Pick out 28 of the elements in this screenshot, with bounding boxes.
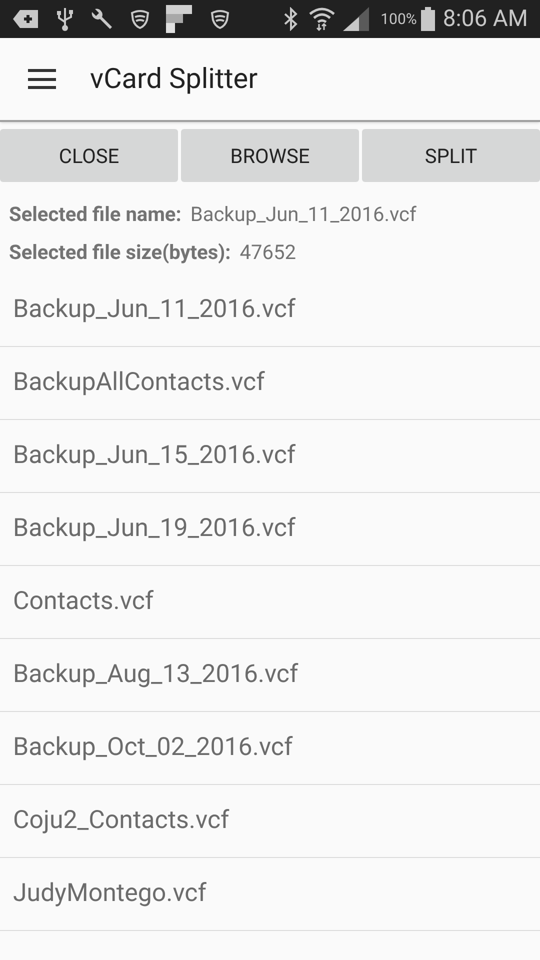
battery-icon [420, 7, 435, 31]
field-label: Selected file name: [9, 201, 182, 228]
app-title: vCard Splitter [90, 61, 258, 97]
file-item[interactable]: Backup_Jun_15_2016.vcf [13, 437, 296, 475]
signal-icon [342, 7, 369, 31]
bluetooth-icon [282, 7, 299, 31]
file-item[interactable]: Backup_Oct_02_2016.vcf [13, 729, 293, 767]
action-button[interactable]: SPLIT [362, 129, 540, 182]
file-item[interactable]: Backup_Jun_11_2016.vcf [13, 291, 296, 329]
file-item[interactable]: Backup_Jun_19_2016.vcf [13, 510, 296, 548]
file-item[interactable]: Backup_Aug_13_2016.vcf [13, 656, 298, 694]
add-tag-icon [12, 8, 40, 30]
action-button[interactable]: CLOSE [0, 129, 178, 182]
file-name-value: Backup_Jun_11_2016.vcf [190, 201, 416, 228]
file-item[interactable]: Contacts.vcf [13, 583, 154, 621]
wifi-icon [308, 7, 335, 31]
field-label: Selected file size(bytes): [9, 239, 231, 266]
menu-icon[interactable] [28, 69, 56, 89]
file-item[interactable]: JudyMontego.vcf [13, 875, 206, 913]
usb-icon [56, 6, 74, 32]
action-button[interactable]: BROWSE [181, 129, 359, 182]
shield-icon [130, 9, 150, 29]
file-item[interactable]: BackupAllContacts.vcf [13, 364, 265, 402]
shield-icon [210, 9, 230, 29]
clock: 8:06 AM [442, 4, 528, 34]
battery-percent: 100% [380, 8, 417, 30]
file-size-value: 47652 [240, 239, 296, 266]
file-item[interactable]: Coju2_Contacts.vcf [13, 802, 230, 840]
